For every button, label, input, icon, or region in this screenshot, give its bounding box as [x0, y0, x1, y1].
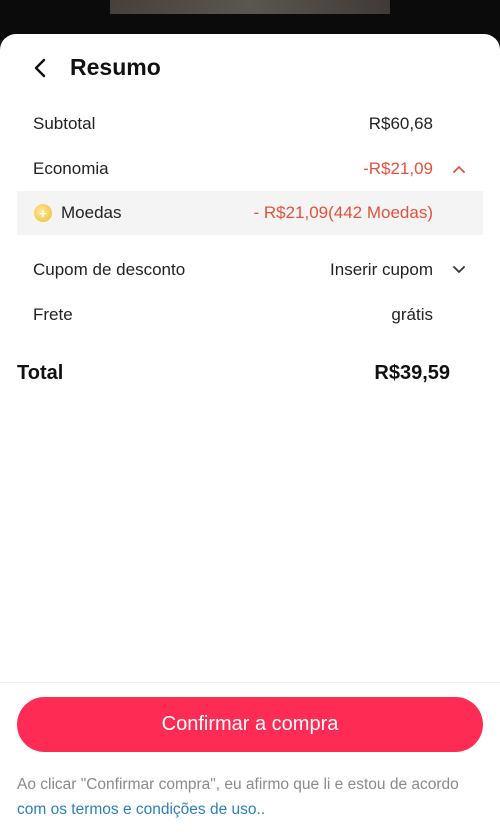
- page-title: Resumo: [70, 54, 161, 80]
- coin-icon: +: [34, 204, 52, 222]
- back-arrow-icon[interactable]: [28, 56, 52, 80]
- subtotal-value: R$60,68: [368, 114, 433, 133]
- terms-link[interactable]: com os termos e condições de uso..: [17, 801, 265, 818]
- footer-divider: [0, 682, 500, 683]
- sheet-header: Resumo: [0, 34, 500, 104]
- moedas-row: + Moedas - R$21,09(442 Moedas): [17, 191, 483, 235]
- total-row: Total R$39,59: [0, 353, 500, 393]
- frete-row: Frete grátis: [0, 293, 500, 337]
- frete-value: grátis: [391, 305, 433, 324]
- economia-row[interactable]: Economia -R$21,09: [0, 147, 500, 191]
- legal-notice: Ao clicar "Confirmar compra", eu afirmo …: [17, 772, 487, 822]
- chevron-up-icon[interactable]: [452, 162, 466, 176]
- coupon-value[interactable]: Inserir cupom: [330, 260, 433, 280]
- frete-label: Frete: [33, 305, 73, 324]
- total-value: R$39,59: [374, 361, 450, 384]
- economia-value: -R$21,09: [363, 159, 433, 178]
- moedas-value: - R$21,09(442 Moedas): [253, 203, 433, 222]
- moedas-label: Moedas: [61, 203, 122, 222]
- summary-sheet: Resumo Subtotal R$60,68 Economia -R$21,0…: [0, 34, 500, 837]
- economia-label: Economia: [33, 159, 109, 178]
- subtotal-label: Subtotal: [33, 114, 96, 133]
- total-label: Total: [17, 361, 64, 384]
- coupon-row[interactable]: Cupom de desconto Inserir cupom: [0, 248, 500, 292]
- subtotal-row: Subtotal R$60,68: [0, 102, 500, 146]
- confirm-purchase-button[interactable]: Confirmar a compra: [17, 697, 483, 752]
- legal-text: Ao clicar "Confirmar compra", eu afirmo …: [17, 776, 459, 793]
- chevron-down-icon[interactable]: [452, 263, 466, 277]
- coupon-label: Cupom de desconto: [33, 260, 186, 279]
